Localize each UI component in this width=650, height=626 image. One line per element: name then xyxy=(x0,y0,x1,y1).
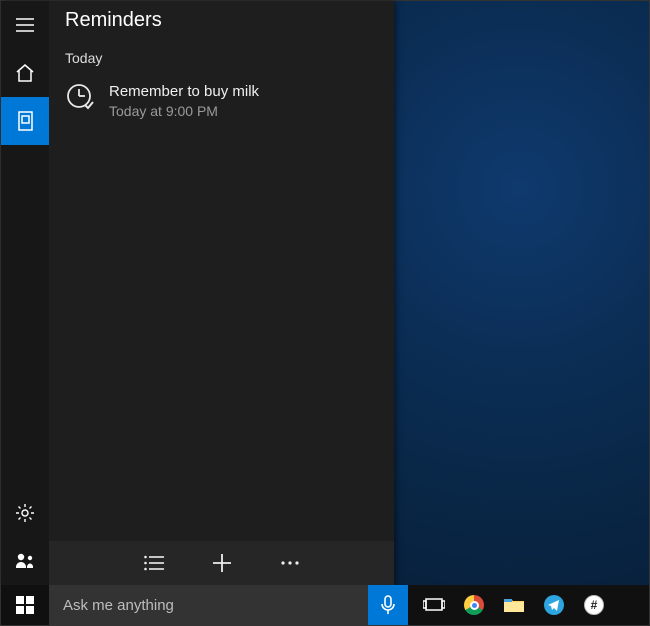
reminder-title: Remember to buy milk xyxy=(109,82,259,102)
reminder-item[interactable]: Remember to buy milk Today at 9:00 PM xyxy=(49,74,394,128)
feedback-icon xyxy=(15,552,35,570)
hamburger-icon xyxy=(16,18,34,32)
windows-icon xyxy=(16,596,34,614)
cortana-mic-button[interactable] xyxy=(368,585,408,625)
pane-title: Reminders xyxy=(49,1,394,38)
nav-rail xyxy=(1,1,49,585)
microphone-icon xyxy=(381,595,395,615)
taskbar-app-slack[interactable]: # xyxy=(582,593,606,617)
telegram-icon xyxy=(544,595,564,615)
file-explorer-icon xyxy=(503,596,525,614)
search-placeholder: Ask me anything xyxy=(63,597,174,614)
reminder-subtitle: Today at 9:00 PM xyxy=(109,102,259,120)
start-button[interactable] xyxy=(1,585,49,625)
clock-icon xyxy=(65,82,95,112)
more-icon xyxy=(280,560,300,566)
notebook-icon xyxy=(16,111,34,131)
reminders-pane: Reminders Today Remember to buy milk Tod… xyxy=(49,1,394,585)
task-view-button[interactable] xyxy=(422,593,446,617)
cortana-search-box[interactable]: Ask me anything xyxy=(49,585,408,625)
slack-icon: # xyxy=(584,595,604,615)
list-icon xyxy=(144,555,164,571)
home-icon xyxy=(15,64,35,82)
list-view-button[interactable] xyxy=(140,549,168,577)
chrome-icon xyxy=(464,595,484,615)
more-button[interactable] xyxy=(276,549,304,577)
gear-icon xyxy=(15,503,35,523)
taskbar-app-telegram[interactable] xyxy=(542,593,566,617)
taskbar-app-chrome[interactable] xyxy=(462,593,486,617)
nav-notebook[interactable] xyxy=(1,97,49,145)
section-label: Today xyxy=(49,38,394,74)
add-reminder-button[interactable] xyxy=(208,549,236,577)
cortana-panel: Reminders Today Remember to buy milk Tod… xyxy=(1,1,394,585)
taskbar-app-explorer[interactable] xyxy=(502,593,526,617)
nav-feedback[interactable] xyxy=(1,537,49,585)
task-view-icon xyxy=(423,596,445,614)
pane-actions xyxy=(49,541,394,585)
nav-home[interactable] xyxy=(1,49,49,97)
taskbar-icons: # xyxy=(408,585,649,625)
taskbar: Ask me anything xyxy=(1,585,649,625)
nav-settings[interactable] xyxy=(1,489,49,537)
menu-button[interactable] xyxy=(1,1,49,49)
plus-icon xyxy=(212,553,232,573)
